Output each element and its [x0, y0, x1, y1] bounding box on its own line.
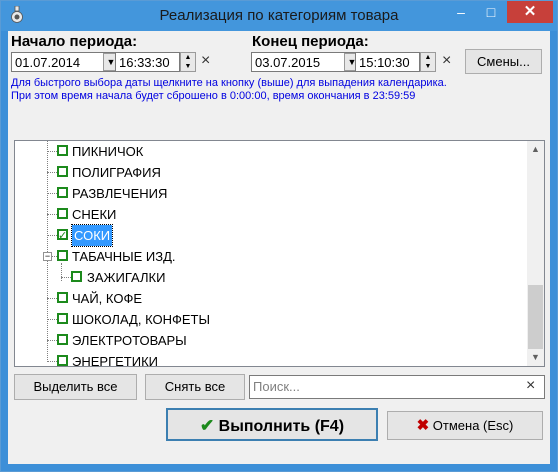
checkbox-checked[interactable]: [57, 226, 68, 247]
category-tree[interactable]: ПИКНИЧОК ПОЛИГРАФИЯ РАЗВЛЕЧЕНИЯ СНЕКИ СО: [14, 140, 545, 367]
checkmark-icon: ✔: [199, 416, 215, 435]
start-time-spinner[interactable]: ▲ ▼: [180, 52, 196, 72]
end-date-value: 03.07.2015: [255, 55, 321, 70]
tree-item[interactable]: − ТАБАЧНЫЕ ИЗД.: [15, 246, 525, 267]
scroll-up-icon[interactable]: ▲: [527, 141, 544, 158]
cancel-button[interactable]: ✖ Отмена (Esc): [387, 411, 543, 440]
client-area: Начало периода: 01.07.2014 ▼ 16:33:30 ▲ ▼…: [8, 31, 550, 464]
tree-item-label: РАЗВЛЕЧЕНИЯ: [72, 186, 168, 201]
scroll-down-icon[interactable]: ▼: [527, 349, 544, 366]
search-placeholder: Поиск...: [253, 379, 300, 394]
hint-line-2: При этом время начала будет сброшено в 0…: [11, 90, 416, 102]
tree-item-label: ЧАЙ, КОФЕ: [72, 291, 142, 306]
checkbox[interactable]: [57, 355, 68, 366]
end-time-field[interactable]: 15:10:30: [355, 52, 420, 72]
end-clear-icon[interactable]: ×: [442, 52, 451, 70]
hint-line-1: Для быстрого выбора даты щелкните на кно…: [11, 77, 447, 89]
end-time-value: 15:10:30: [359, 55, 410, 70]
period-start-label: Начало периода:: [11, 33, 138, 50]
start-time-value: 16:33:30: [119, 55, 170, 70]
tree-item-selected[interactable]: СОКИ: [15, 224, 525, 247]
tree-item-label: ПИКНИЧОК: [72, 144, 144, 159]
checkbox[interactable]: [57, 292, 68, 303]
tree-item-label: ЗАЖИГАЛКИ: [87, 270, 166, 285]
checkbox[interactable]: [57, 334, 68, 345]
tree-item[interactable]: РАЗВЛЕЧЕНИЯ: [15, 183, 525, 204]
minimize-button[interactable]: –: [447, 1, 475, 23]
checkbox[interactable]: [71, 271, 82, 282]
tree-item[interactable]: СНЕКИ: [15, 204, 525, 225]
checkbox[interactable]: [57, 145, 68, 156]
start-clear-icon[interactable]: ×: [201, 52, 210, 70]
checkbox[interactable]: [57, 187, 68, 198]
tree-item-label: ШОКОЛАД, КОНФЕТЫ: [72, 312, 211, 327]
tree-item-label: ЭНЕРГЕТИКИ: [72, 354, 158, 367]
checkbox[interactable]: [57, 166, 68, 177]
search-input[interactable]: Поиск...: [249, 375, 545, 399]
tree-scrollbar[interactable]: ▲ ▼: [527, 141, 544, 366]
cancel-x-icon: ✖: [416, 417, 430, 434]
tree-item[interactable]: ЧАЙ, КОФЕ: [15, 288, 525, 309]
select-all-button[interactable]: Выделить все: [14, 374, 137, 400]
period-end-label: Конец периода:: [252, 33, 369, 50]
scroll-thumb[interactable]: [528, 285, 543, 349]
execute-button-label: Выполнить (F4): [218, 418, 345, 435]
tree-item[interactable]: ПИКНИЧОК: [15, 141, 525, 162]
collapse-icon[interactable]: −: [43, 252, 52, 261]
title-bar[interactable]: Реализация по категориям товара – □ ✕: [1, 1, 557, 31]
tree-item[interactable]: ЭНЕРГЕТИКИ: [15, 351, 525, 367]
tree-item-child[interactable]: ЗАЖИГАЛКИ: [15, 267, 525, 288]
checkbox[interactable]: [57, 208, 68, 219]
end-time-spinner[interactable]: ▲ ▼: [420, 52, 436, 72]
tree-item[interactable]: ШОКОЛАД, КОНФЕТЫ: [15, 309, 525, 330]
search-clear-icon[interactable]: ×: [526, 377, 535, 395]
deselect-all-button[interactable]: Снять все: [145, 374, 245, 400]
tree-item[interactable]: ПОЛИГРАФИЯ: [15, 162, 525, 183]
tree-item-label: СОКИ: [70, 224, 114, 247]
shifts-button[interactable]: Смены...: [465, 49, 542, 74]
tree-item-label: СНЕКИ: [72, 207, 117, 222]
checkbox[interactable]: [57, 250, 68, 261]
tree-item[interactable]: ЭЛЕКТРОТОВАРЫ: [15, 330, 525, 351]
tree-item-label: ПОЛИГРАФИЯ: [72, 165, 161, 180]
maximize-button[interactable]: □: [477, 1, 505, 23]
tree-item-label: ТАБАЧНЫЕ ИЗД.: [72, 249, 176, 264]
tree-item-label: ЭЛЕКТРОТОВАРЫ: [72, 333, 187, 348]
start-time-field[interactable]: 16:33:30: [115, 52, 180, 72]
cancel-button-label: Отмена (Esc): [432, 418, 514, 433]
start-date-value: 01.07.2014: [15, 55, 81, 70]
execute-button[interactable]: ✔ Выполнить (F4): [166, 408, 378, 441]
main-window: Реализация по категориям товара – □ ✕ На…: [0, 0, 558, 472]
checkbox[interactable]: [57, 313, 68, 324]
close-button[interactable]: ✕: [507, 1, 553, 23]
